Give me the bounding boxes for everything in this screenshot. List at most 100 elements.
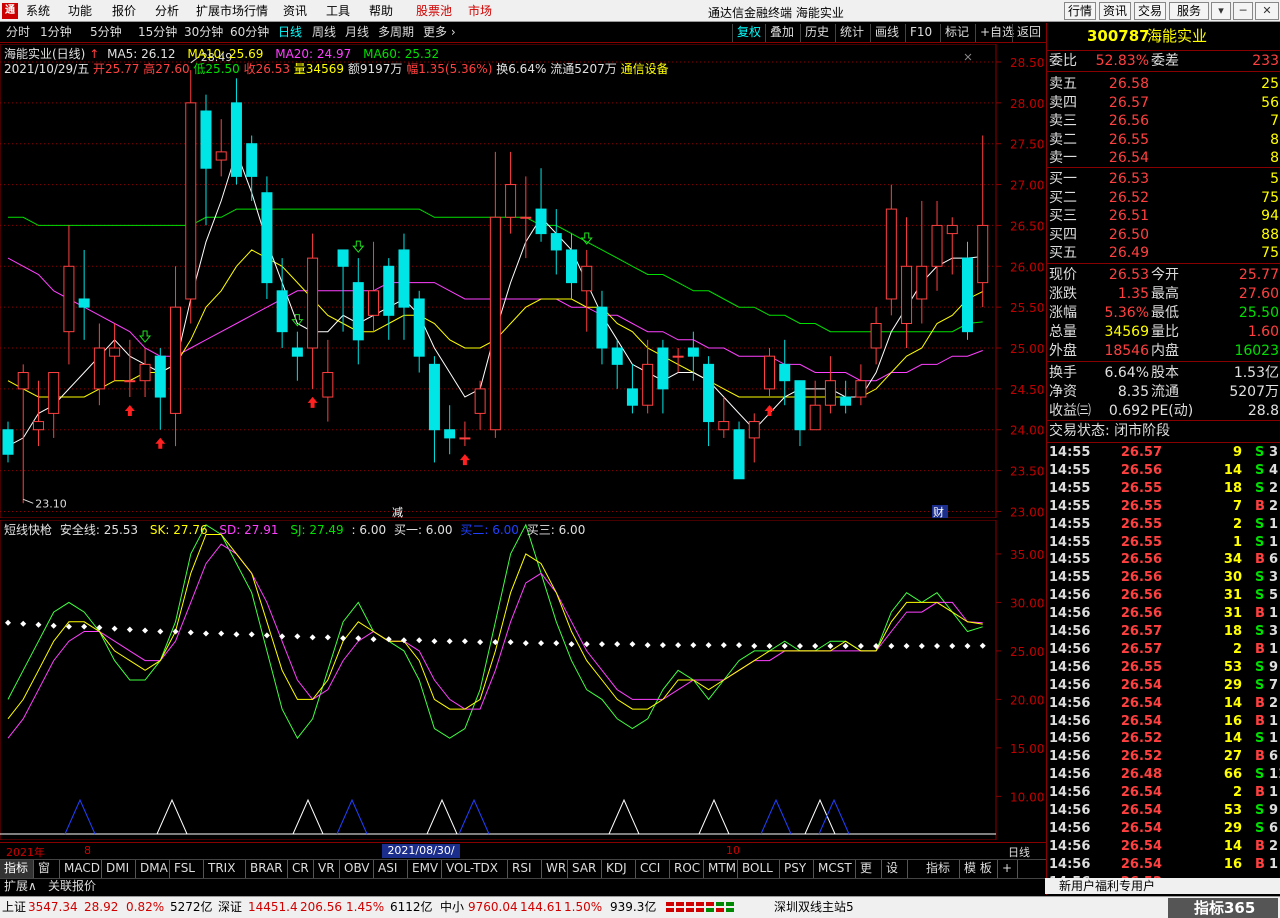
tool-history[interactable]: 历史 [800, 24, 833, 42]
notice-bar[interactable]: 新用户福利专用户 [1045, 878, 1280, 894]
dropdown-icon[interactable]: ▾ [1211, 2, 1231, 20]
tab-trix[interactable]: TRIX [204, 860, 246, 878]
tab-设置[interactable]: 设置 [882, 860, 908, 892]
tab-right-2[interactable]: + [998, 860, 1018, 878]
tool-overlay[interactable]: 叠加 [765, 24, 798, 42]
tool-adjust[interactable]: 复权 [732, 24, 765, 42]
period-1min[interactable]: 1分钟 [40, 25, 72, 40]
tdx-app-window: { "menu":{"logo":"通","items":["系统","功能",… [0, 0, 1280, 918]
candle-down [840, 396, 852, 406]
tick-row: 14:56 26.54 16 B 1 [1047, 856, 1280, 874]
btn-trade[interactable]: 交易 [1134, 2, 1166, 20]
tool-stats[interactable]: 统计 [835, 24, 868, 42]
tab-right-1[interactable]: 模 板 [960, 860, 998, 878]
tick-volume: 53 [1223, 659, 1242, 675]
tab-macd[interactable]: MACD [60, 860, 102, 878]
menu-function[interactable]: 功能 [68, 4, 92, 18]
tab-obv[interactable]: OBV [340, 860, 374, 878]
buy3-label: 买三: 6.00 [526, 523, 586, 537]
tab-boll[interactable]: BOLL [738, 860, 780, 878]
btn-quotes[interactable]: 行情 [1064, 2, 1096, 20]
bid-volume: 75 [1261, 189, 1279, 206]
period-monthly[interactable]: 月线 [345, 25, 369, 40]
tab-cr[interactable]: CR [288, 860, 314, 878]
minimize-icon[interactable]: ─ [1233, 2, 1253, 20]
tab-roc[interactable]: ROC [670, 860, 704, 878]
zx-amount: 939.3亿 [610, 900, 657, 914]
ask-level: 卖二 [1049, 131, 1077, 148]
candlestick-chart[interactable]: 28.50 28.00 27.50 27.00 26.50 26.00 25.50 25.00… [0, 43, 1046, 519]
period-more[interactable]: 更多 › [423, 25, 456, 40]
tick-time: 14:56 [1049, 695, 1091, 711]
menu-stock-pool[interactable]: 股票池 [416, 4, 452, 18]
tick-price: 26.55 [1120, 498, 1162, 514]
period-tick[interactable]: 分时 [6, 25, 30, 40]
tab-fsl[interactable]: FSL [170, 860, 204, 878]
tab-窗口[interactable]: 窗口 [34, 860, 60, 892]
low-annotation: 23.10 [35, 497, 66, 510]
tab-vr[interactable]: VR [314, 860, 340, 878]
sz-amount: 6112亿 [390, 900, 433, 914]
tick-row: 14:55 26.55 7 B 2 [1047, 498, 1280, 516]
tab-cci[interactable]: CCI [636, 860, 670, 878]
tab-sar[interactable]: SAR [568, 860, 602, 878]
candle-down [961, 257, 973, 333]
weicha-label: 委差 [1151, 53, 1179, 69]
related-quotes[interactable]: 关联报价 [48, 879, 96, 894]
period-15min[interactable]: 15分钟 [138, 25, 177, 40]
period-weekly[interactable]: 周线 [312, 25, 336, 40]
tab-mtm[interactable]: MTM [704, 860, 738, 878]
menu-tools[interactable]: 工具 [326, 4, 350, 18]
menu-ext-market[interactable]: 扩展市场行情 [196, 4, 268, 18]
tool-draw[interactable]: 画线 [870, 24, 903, 42]
menu-news[interactable]: 资讯 [283, 4, 307, 18]
candle-down [535, 208, 547, 235]
tab-wr[interactable]: WR [542, 860, 568, 878]
stat-row: 外盘 18546 内盘 16023 [1047, 342, 1280, 360]
tab-right-0[interactable]: 指标B [922, 860, 960, 892]
menu-market[interactable]: 市场 [468, 4, 492, 18]
candle-down [413, 298, 425, 357]
menu-analysis[interactable]: 分析 [155, 4, 179, 18]
menu-system[interactable]: 系统 [26, 4, 50, 18]
btn-service[interactable]: 服务 [1169, 2, 1209, 20]
main-chart[interactable]: 28.50 28.00 27.50 27.00 26.50 26.00 25.50 25.00… [0, 43, 1046, 519]
tick-side: S [1255, 624, 1265, 639]
indicator-svg[interactable]: 35.00 30.00 25.00 20.00 15.00 10.00 [0, 519, 1046, 841]
period-daily[interactable]: 日线 [278, 25, 302, 40]
tab-mcst[interactable]: MCST [814, 860, 856, 878]
tab-psy[interactable]: PSY [780, 860, 814, 878]
period-60min[interactable]: 60分钟 [230, 25, 269, 40]
server-name[interactable]: 深圳双线主站5 [774, 900, 854, 915]
tick-side: B [1255, 695, 1265, 711]
close-icon[interactable]: ✕ [1255, 2, 1279, 20]
tool-mark[interactable]: 标记 [940, 24, 973, 42]
tab-brar[interactable]: BRAR [246, 860, 288, 878]
candle-up [307, 257, 319, 349]
tab-dmi[interactable]: DMI [102, 860, 136, 878]
btn-news[interactable]: 资讯 [1099, 2, 1131, 20]
tick-count: 7 [1269, 677, 1279, 693]
tab-emv[interactable]: EMV [408, 860, 442, 878]
period-5min[interactable]: 5分钟 [90, 25, 122, 40]
menu-quote[interactable]: 报价 [112, 4, 136, 18]
tab-vol-tdx[interactable]: VOL-TDX [442, 860, 508, 878]
indicator-chart[interactable]: 35.00 30.00 25.00 20.00 15.00 10.00 短线快枪 安全线:… [0, 519, 1046, 841]
extend-toggle[interactable]: 扩展∧ [4, 879, 37, 894]
menu-help[interactable]: 帮助 [369, 4, 393, 18]
price-tick-label: 25.50 [1010, 301, 1044, 315]
tab-dma[interactable]: DMA [136, 860, 170, 878]
tick-row: 14:56 26.56 31 S 5 [1047, 587, 1280, 605]
stat-value-2: 1.60 [1247, 324, 1279, 340]
tab-kdj[interactable]: KDJ [602, 860, 636, 878]
candle-down [246, 143, 258, 177]
tab-rsi[interactable]: RSI [508, 860, 542, 878]
tab-asi[interactable]: ASI [374, 860, 408, 878]
tab-指标a[interactable]: 指标A [0, 860, 34, 892]
tool-f10[interactable]: F10 [905, 24, 936, 42]
candle-down [703, 363, 715, 423]
tab-更多[interactable]: 更多 [856, 860, 882, 892]
tool-back[interactable]: 返回 [1012, 24, 1045, 42]
period-30min[interactable]: 30分钟 [184, 25, 223, 40]
period-multi[interactable]: 多周期 [378, 25, 414, 40]
